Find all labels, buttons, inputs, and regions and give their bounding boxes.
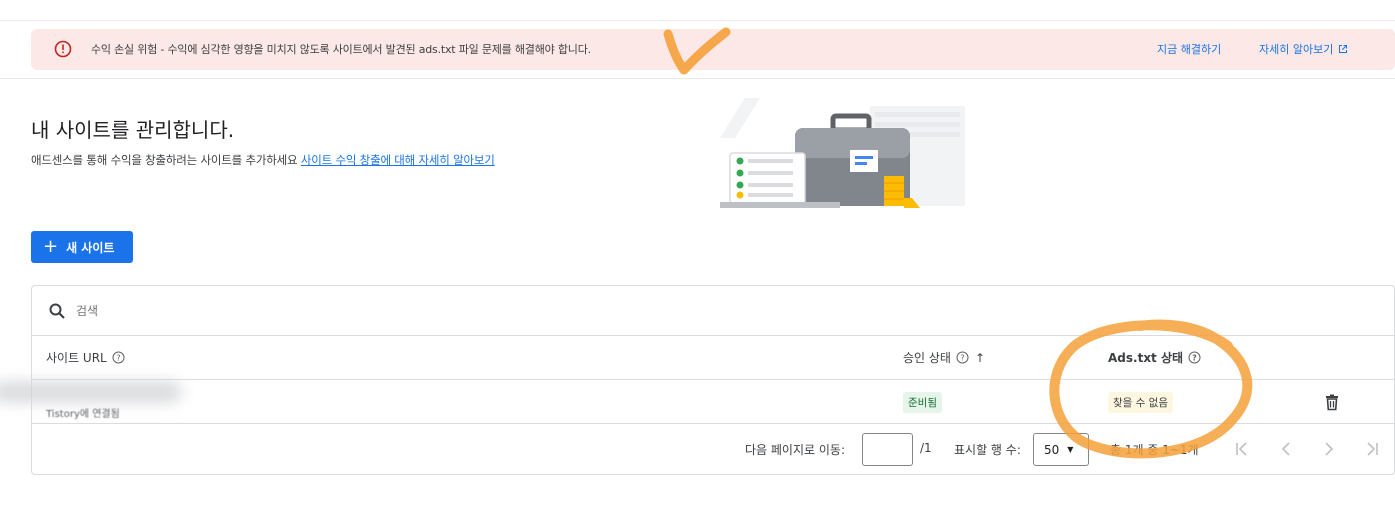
sort-ascending-icon[interactable]: ↑ <box>975 351 985 365</box>
help-icon[interactable]: ? <box>112 351 125 364</box>
header-divider <box>0 78 1395 79</box>
ads-txt-header-label: Ads.txt 상태 <box>1108 351 1184 365</box>
rows-per-page-label: 표시할 행 수: <box>954 443 1021 457</box>
first-page-icon[interactable] <box>1232 439 1252 459</box>
plus-icon: + <box>43 236 59 257</box>
search-icon <box>49 303 65 319</box>
ads-txt-alert-banner: 수익 손실 위험 - 수익에 심각한 영향을 미치지 않도록 사이트에서 발견된… <box>31 29 1395 70</box>
page-number-input[interactable] <box>862 433 913 466</box>
row-range: 총 1개 중 1~1개 <box>1110 443 1199 457</box>
page-subtitle: 애드센스를 통해 수익을 창출하려는 사이트를 추가하세요 사이트 수익 창출에… <box>31 152 495 168</box>
svg-text:?: ? <box>960 353 964 362</box>
rows-per-page-value: 50 <box>1044 442 1060 457</box>
previous-page-icon[interactable] <box>1276 439 1296 459</box>
svg-text:?: ? <box>1192 353 1197 362</box>
new-site-button[interactable]: + 새 사이트 <box>31 231 133 263</box>
delete-icon[interactable] <box>1323 393 1341 411</box>
page-title: 내 사이트를 관리합니다. <box>31 118 235 142</box>
total-pages: /1 <box>920 441 932 455</box>
monetization-learn-more-link[interactable]: 사이트 수익 창출에 대해 자세히 알아보기 <box>301 153 495 167</box>
site-connection-label: Tistory에 연결됨 <box>46 409 120 420</box>
help-icon[interactable]: ? <box>956 351 969 364</box>
top-divider <box>0 20 1395 21</box>
ads-txt-status-badge: 찾을 수 없음 <box>1108 392 1173 413</box>
column-header-approval-status[interactable]: 승인 상태 ? ↑ <box>903 349 985 366</box>
approval-header-label: 승인 상태 <box>903 351 951 365</box>
table-row[interactable]: Tistory에 연결됨 준비됨 찾을 수 없음 <box>0 381 1394 424</box>
subtitle-text: 애드센스를 통해 수익을 창출하려는 사이트를 추가하세요 <box>31 153 298 167</box>
approval-status-badge: 준비됨 <box>903 392 942 413</box>
fix-now-link[interactable]: 지금 해결하기 <box>1157 41 1221 57</box>
search-input[interactable] <box>76 299 476 323</box>
next-page-icon[interactable] <box>1319 439 1339 459</box>
new-site-label: 새 사이트 <box>66 240 115 255</box>
column-header-site-url[interactable]: 사이트 URL ? <box>46 349 125 366</box>
chevron-down-icon: ▼ <box>1067 445 1074 454</box>
learn-more-link[interactable]: 자세히 알아보기 <box>1259 41 1348 57</box>
pagination-bar: 다음 페이지로 이동: /1 표시할 행 수: 50 ▼ 총 1개 중 1~1개 <box>32 425 1394 475</box>
site-url-header-label: 사이트 URL <box>46 351 107 365</box>
search-bar <box>32 286 1394 336</box>
learn-more-label: 자세히 알아보기 <box>1259 43 1334 56</box>
table-header-row: 사이트 URL ? 승인 상태 ? ↑ Ads.txt 상태 ? <box>32 337 1394 380</box>
error-icon <box>54 40 72 58</box>
last-page-icon[interactable] <box>1362 439 1382 459</box>
rows-per-page-select[interactable]: 50 ▼ <box>1033 433 1089 466</box>
svg-text:?: ? <box>116 353 120 362</box>
column-header-ads-txt-status[interactable]: Ads.txt 상태 ? <box>1108 349 1201 366</box>
site-url-redacted <box>0 381 182 403</box>
sites-table: 사이트 URL ? 승인 상태 ? ↑ Ads.txt 상태 ? Tistory… <box>0 285 1395 475</box>
external-link-icon <box>1339 45 1348 53</box>
goto-page-label: 다음 페이지로 이동: <box>745 443 845 457</box>
briefcase-illustration <box>720 98 965 208</box>
alert-message: 수익 손실 위험 - 수익에 심각한 영향을 미치지 않도록 사이트에서 발견된… <box>91 43 591 56</box>
help-icon[interactable]: ? <box>1188 351 1201 364</box>
